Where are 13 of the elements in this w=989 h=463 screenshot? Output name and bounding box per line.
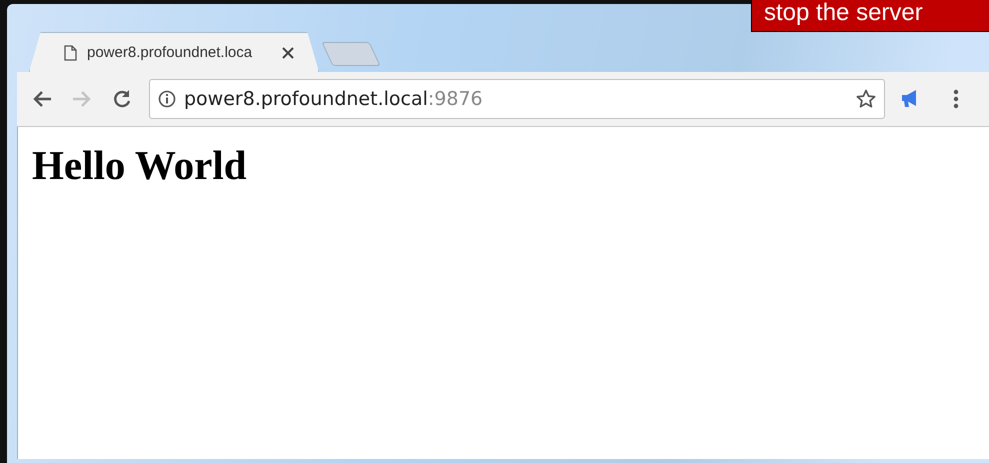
callout-label: stop the server xyxy=(751,0,989,32)
menu-icon[interactable] xyxy=(953,89,959,109)
reload-icon[interactable] xyxy=(112,89,132,109)
info-icon[interactable] xyxy=(158,90,176,108)
url-text: power8.profoundnet.local:9876 xyxy=(184,88,484,110)
back-arrow-icon[interactable] xyxy=(32,90,52,108)
megaphone-icon[interactable] xyxy=(901,89,919,109)
address-bar[interactable]: power8.profoundnet.local:9876 xyxy=(149,79,885,119)
page-heading: Hello World xyxy=(32,141,248,189)
close-icon[interactable] xyxy=(282,46,294,58)
star-icon[interactable] xyxy=(856,89,876,109)
page-icon xyxy=(64,44,77,60)
browser-tab[interactable]: power8.profoundnet.loca xyxy=(29,32,319,72)
